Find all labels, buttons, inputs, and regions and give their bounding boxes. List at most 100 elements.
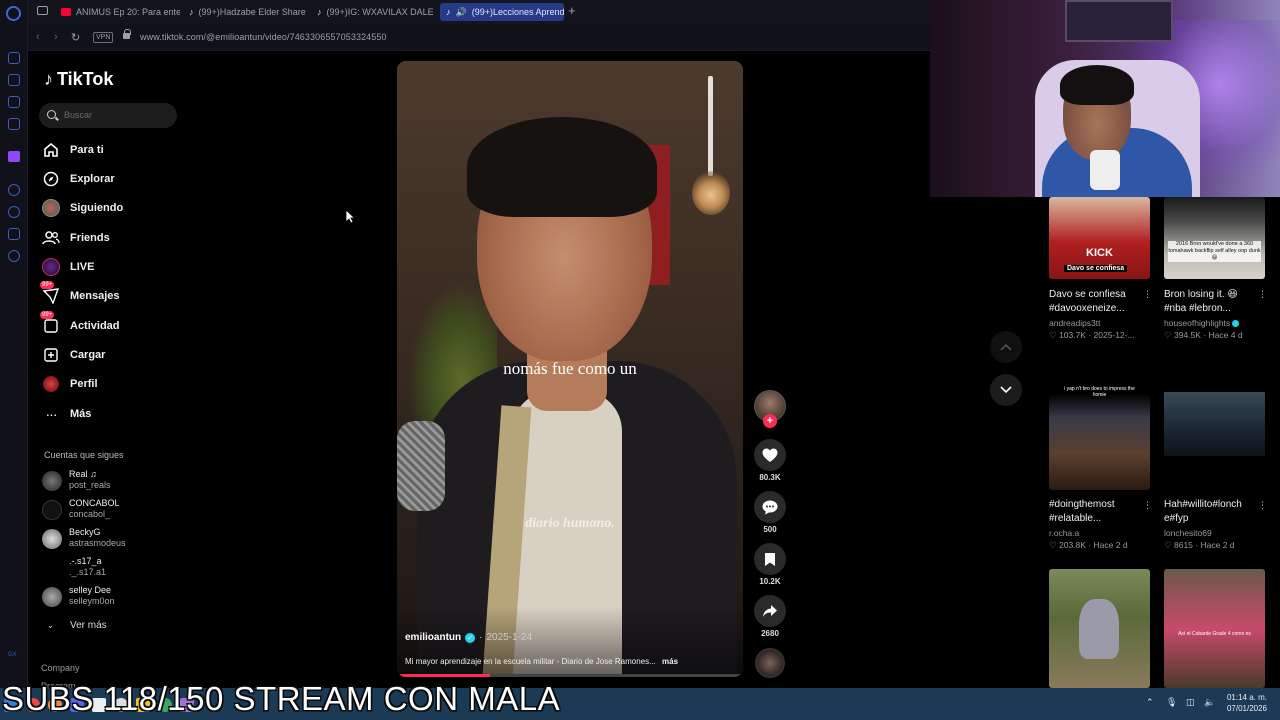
ver-mas-link[interactable]: ⌄ Ver más [47,620,107,631]
volume-icon[interactable]: 🔈 [1204,697,1215,708]
tab-0[interactable]: ANIMUS Ep 20: Para enten [55,3,180,21]
avatar [42,529,62,549]
nav-siguiendo[interactable]: Siguiendo [42,197,123,219]
speaker-icon[interactable]: 🔊 [456,7,467,18]
video-thumbnail[interactable]: Así el Cobarde Grade 4 como es [1164,569,1265,688]
card-user[interactable]: lonchesito69 [1164,528,1268,538]
back-icon[interactable]: ‹ [36,31,40,43]
card-title: Hah#willito#lonch [1164,499,1242,510]
tiktok-icon: ♪ [446,7,451,17]
webcam-microphone [1090,150,1120,190]
next-video-button[interactable] [990,374,1022,406]
tab-overview-icon[interactable] [37,6,48,15]
tiktok-icon: ♪ [189,7,194,17]
author-name[interactable]: emilioantun [405,632,461,643]
share-action[interactable]: 2680 [753,595,787,638]
more-options-icon[interactable]: ⋮ [1143,289,1152,300]
recommended-card[interactable]: Así el Cobarde Grade 4 como es [1164,569,1268,688]
more-icon: ··· [45,406,58,422]
like-action[interactable]: 80.3K [753,439,787,482]
more-options-icon[interactable]: ⋮ [1258,500,1267,511]
reload-icon[interactable]: ↻ [71,31,80,44]
heart-icon[interactable] [754,439,786,471]
search-input[interactable] [64,107,169,123]
card-user[interactable]: r.ocha.a [1049,528,1153,538]
tab-2[interactable]: ♪ (99+)IG: WXAVILAX DALE [311,3,436,21]
vpn-badge[interactable]: VPN [93,32,114,43]
more-options-icon[interactable]: ⋮ [1143,500,1152,511]
history-icon[interactable] [8,206,20,218]
video-thumbnail[interactable]: i yap n't bro does to impress the homie [1049,370,1150,490]
share-icon[interactable] [754,595,786,627]
progress-bar[interactable] [397,674,743,677]
nav-mas[interactable]: ··· Más [42,403,92,425]
mail-icon[interactable] [8,118,20,130]
taskbar-clock[interactable]: 01:14 a. m. 07/01/2026 [1227,692,1267,714]
aria-icon[interactable] [8,74,20,86]
video-player[interactable]: nomás fue como un diario humano. emilioa… [397,61,743,677]
nav-friends[interactable]: Friends [42,227,110,249]
save-action[interactable]: 10.2K [753,543,787,586]
network-icon[interactable]: ◫ [1186,697,1195,708]
workspace-icon[interactable] [8,96,20,108]
new-tab-button[interactable]: + [568,4,576,18]
tiktok-logo[interactable]: ♪ TikTok [44,69,113,90]
footer-company[interactable]: Company [41,663,80,673]
nav-explorar[interactable]: Explorar [42,168,115,190]
video-thumbnail[interactable]: 2016 Bron would've done a 360 tomahawk b… [1164,197,1265,279]
previous-video-button[interactable] [990,331,1022,363]
clock-time: 01:14 a. m. [1226,693,1267,702]
card-user[interactable]: andreadips3tt [1049,318,1153,328]
nav-live[interactable]: LIVE [42,256,94,278]
nav-para-ti[interactable]: Para ti [42,139,104,161]
video-thumbnail[interactable] [1049,569,1150,688]
clock-date: 07/01/2026 [1226,704,1267,713]
video-thumbnail[interactable]: KICK Davo se confiesa [1049,197,1150,279]
browser-sidebar: GX [0,0,28,688]
player-icon[interactable] [8,184,20,196]
card-title-2: #davooxeneize... [1049,303,1125,314]
heart-outline-icon: ♡ [1049,540,1057,550]
forward-icon[interactable]: › [54,31,58,43]
lock-icon[interactable] [123,29,131,39]
nav-cargar[interactable]: Cargar [42,344,105,366]
url-field[interactable]: www.tiktok.com/@emilioantun/video/746330… [140,32,387,42]
comment-action[interactable]: 500 [753,491,787,534]
nav-perfil[interactable]: Perfil [42,373,98,395]
follow-plus-icon[interactable]: + [763,414,777,428]
tiktok-sidebar: ♪ TikTok Para ti Explorar Siguiendo Frie… [28,51,198,691]
settings-icon[interactable] [8,250,20,262]
music-disc-icon[interactable] [755,648,785,678]
extensions-icon[interactable] [8,228,20,240]
video-author[interactable]: emilioantun ✓ · 2025-1-24 [405,632,532,643]
recommended-card[interactable]: i yap n't bro does to impress the homie … [1049,370,1153,551]
live-icon [42,258,60,276]
comment-icon[interactable] [754,491,786,523]
tab-1[interactable]: ♪ (99+)Hadzabe Elder Share [183,3,308,21]
card-stats: ♡ 103.7K · 2025-12-... [1049,330,1153,341]
recommended-card[interactable] [1049,569,1153,688]
search-box[interactable] [39,103,177,128]
webcam-wall-frame [1065,0,1173,42]
recommended-card[interactable]: KICK Davo se confiesa Davo se confiesa #… [1049,197,1153,341]
video-description: Mi mayor aprendizaje en la escuela milit… [405,657,678,666]
twitch-icon[interactable] [8,151,20,162]
opera-logo-icon[interactable] [6,6,21,21]
more-options-icon[interactable]: ⋮ [1258,289,1267,300]
messenger-icon[interactable] [8,52,20,64]
more-link[interactable]: más [662,657,678,666]
video-thumbnail[interactable] [1164,370,1265,490]
share-count: 2680 [761,629,779,638]
save-count: 10.2K [759,577,781,586]
mic-icon[interactable]: 🎙 [1166,697,1177,708]
recommended-card[interactable]: Hah#willito#lonch e#fyp lonchesito69 ♡ 8… [1164,370,1268,551]
tab-3-active[interactable]: ♪ 🔊 (99+)Lecciones Aprend [440,3,564,21]
nav-actividad[interactable]: 99+ Actividad [40,311,120,337]
chevron-up-icon[interactable]: ⌃ [1146,697,1154,708]
bookmark-icon[interactable] [754,543,786,575]
gx-icon[interactable]: GX [8,652,17,658]
recommended-card[interactable]: 2016 Bron would've done a 360 tomahawk b… [1164,197,1268,341]
nav-mensajes[interactable]: 99+ Mensajes [40,281,120,307]
video-person-hair [467,117,657,217]
card-user[interactable]: houseofhighlights [1164,318,1268,328]
